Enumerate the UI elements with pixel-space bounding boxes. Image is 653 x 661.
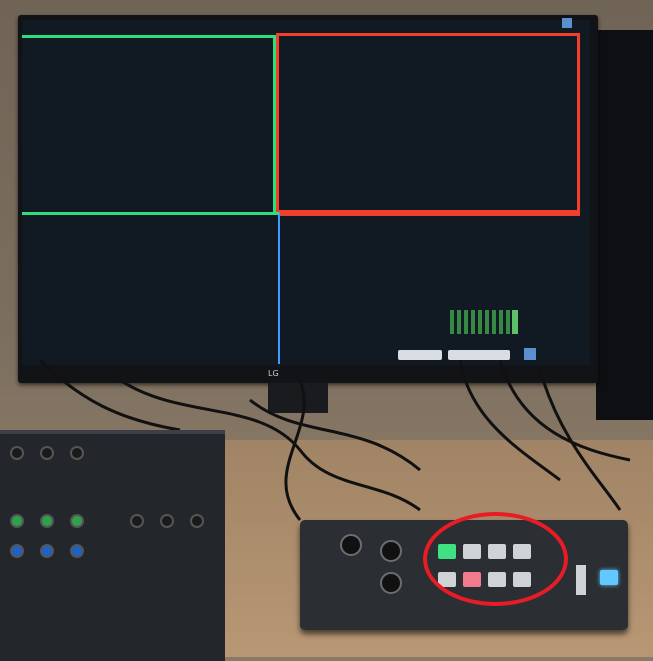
switcher-knob[interactable] [380,572,402,594]
quad-bottom-right [280,213,580,364]
mixer-knob[interactable] [130,514,144,528]
switcher-knob[interactable] [340,534,362,556]
mixer-knob[interactable] [40,514,54,528]
mixer-knob[interactable] [10,544,24,558]
audio-mixer [0,430,225,661]
mixer-knob[interactable] [70,514,84,528]
mixer-knob[interactable] [190,514,204,528]
highlight-circle [423,512,568,606]
mixer-knob[interactable] [70,446,84,460]
mixer-knob[interactable] [70,544,84,558]
screen-button-1[interactable] [398,350,442,360]
mixer-knob[interactable] [160,514,174,528]
audio-meters [450,310,520,334]
mixer-knob[interactable] [10,514,24,528]
screen-button-2[interactable] [448,350,510,360]
corner-icon [562,18,572,28]
quad-top-right [276,33,580,213]
mixer-knob[interactable] [40,446,54,460]
switcher-knob[interactable] [380,540,402,562]
quad-top-left [22,35,276,212]
corner-icon [524,348,536,360]
audio-meter-master [512,310,518,334]
mixer-knob[interactable] [10,446,24,460]
switcher-fader[interactable] [576,565,586,595]
quad-bottom-left [22,212,280,364]
switcher-button[interactable] [600,570,618,585]
mixer-knob[interactable] [40,544,54,558]
